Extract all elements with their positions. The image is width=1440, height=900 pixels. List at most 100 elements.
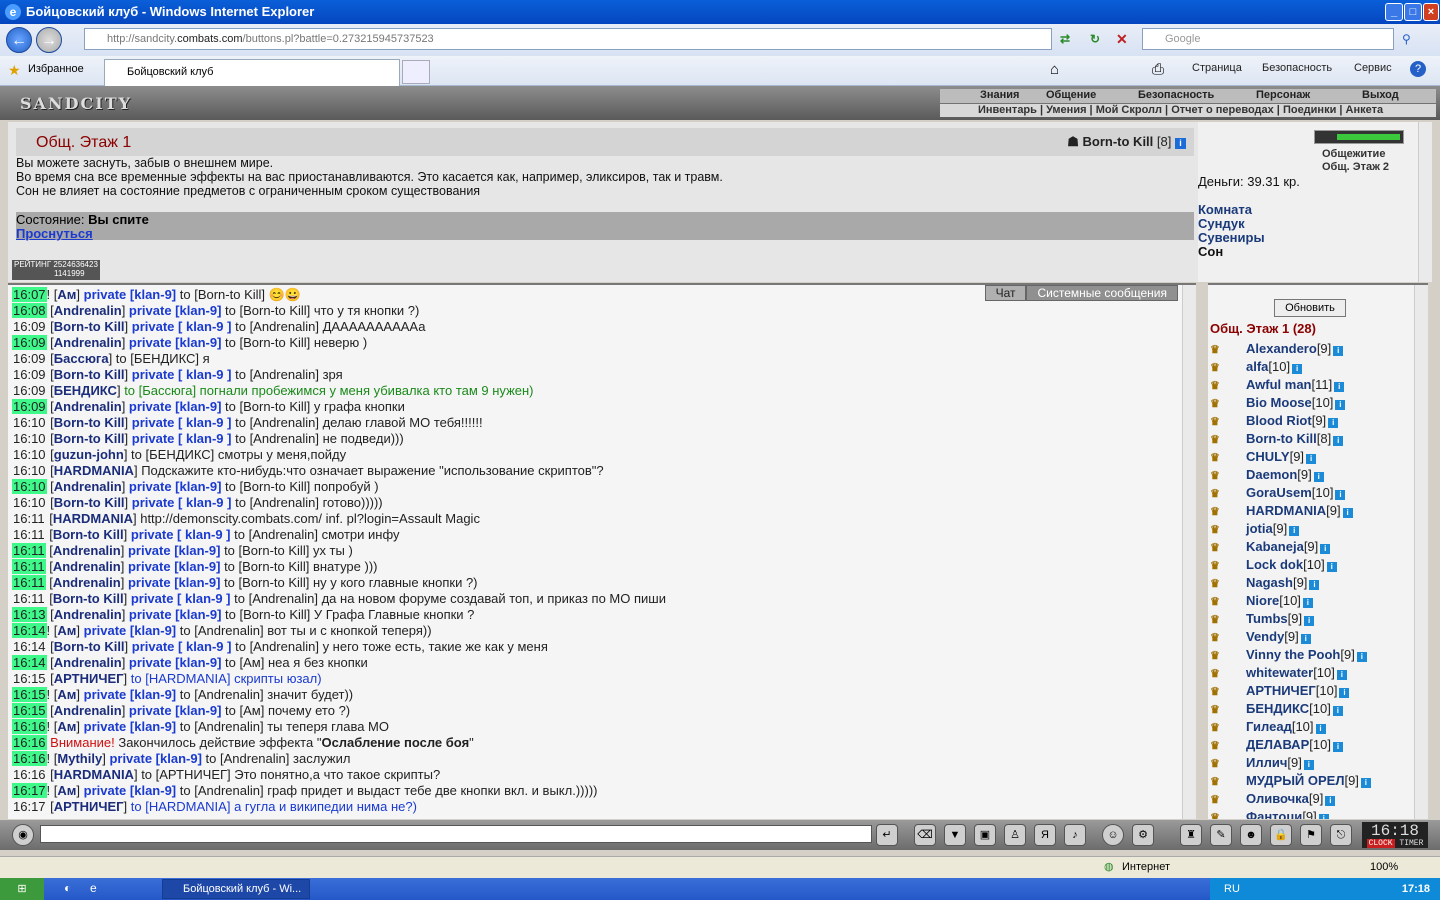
user-info-icon[interactable]: i: [1356, 652, 1367, 662]
chat-sender[interactable]: Ам: [57, 287, 76, 302]
user-info-icon[interactable]: i: [1342, 508, 1353, 518]
chat-private-label[interactable]: private [klan-9]: [84, 287, 176, 302]
user-info-icon[interactable]: i: [1336, 670, 1347, 680]
chat-sender[interactable]: Andrenalin: [54, 399, 122, 414]
address-bar[interactable]: http://sandcity.combats.com/buttons.pl?b…: [84, 28, 1052, 50]
chat-mode-icon[interactable]: ◉: [12, 824, 34, 846]
chat-private-label[interactable]: private [klan-9]: [128, 575, 220, 590]
chat-recipient[interactable]: to [Andrenalin]: [180, 719, 264, 734]
user-info-icon[interactable]: i: [1303, 760, 1314, 770]
private-msg-icon[interactable]: ♛: [1210, 451, 1228, 465]
home-icon[interactable]: ⌂: [1050, 61, 1059, 78]
chat-time[interactable]: 16:16: [12, 751, 47, 766]
private-msg-icon[interactable]: ♛: [1210, 685, 1228, 699]
user-info-icon[interactable]: i: [1318, 814, 1329, 819]
user-info-icon[interactable]: i: [1309, 580, 1320, 590]
player-name[interactable]: Born-to Kill: [1083, 134, 1154, 149]
chat-recipient[interactable]: to [Born-to Kill]: [224, 575, 309, 590]
private-msg-icon[interactable]: ♛: [1210, 649, 1228, 663]
private-msg-icon[interactable]: ♛: [1210, 379, 1228, 393]
user-name[interactable]: ДЕЛАВАР: [1246, 737, 1309, 752]
private-msg-icon[interactable]: ♛: [1210, 793, 1228, 807]
chat-time[interactable]: 16:17: [12, 783, 47, 798]
private-msg-icon[interactable]: ♛: [1210, 703, 1228, 717]
user-info-icon[interactable]: i: [1306, 454, 1317, 464]
user-name[interactable]: alfa: [1246, 359, 1268, 374]
link-chest[interactable]: Сундук: [1198, 216, 1245, 231]
chat-sender[interactable]: Born-to Kill: [54, 639, 125, 654]
menu-character[interactable]: Персонаж: [1256, 89, 1310, 101]
chat-sender[interactable]: HARDMANIA: [54, 767, 134, 782]
back-button[interactable]: ←: [6, 27, 32, 53]
private-msg-icon[interactable]: ♛: [1210, 631, 1228, 645]
private-msg-icon[interactable]: ♛: [1210, 595, 1228, 609]
lock-icon[interactable]: 🔒: [1270, 824, 1292, 846]
chat-sender[interactable]: Andrenalin: [54, 303, 122, 318]
chat-recipient[interactable]: to [HARDMANIA]: [131, 799, 231, 814]
user-name[interactable]: Фантоци: [1246, 809, 1302, 819]
chat-time[interactable]: 16:15: [12, 687, 47, 702]
chat-recipient[interactable]: to [Born-to Kill]: [224, 559, 309, 574]
private-msg-icon[interactable]: ♛: [1210, 541, 1228, 555]
chat-sender[interactable]: БЕНДИКС: [54, 383, 117, 398]
new-tab-button[interactable]: [402, 60, 430, 84]
nav-floor-2[interactable]: Общ. Этаж 2: [1322, 161, 1389, 173]
link-souvenirs[interactable]: Сувениры: [1198, 230, 1265, 245]
user-name[interactable]: Niore: [1246, 593, 1279, 608]
chat-time[interactable]: 16:07: [12, 287, 47, 302]
private-msg-icon[interactable]: ♛: [1210, 505, 1228, 519]
menu-security[interactable]: Безопасность: [1138, 89, 1214, 101]
chat-sender[interactable]: Ам: [57, 783, 76, 798]
user-info-icon[interactable]: i: [1325, 796, 1336, 806]
chat-private-label[interactable]: private [klan-9]: [128, 543, 220, 558]
chat-recipient[interactable]: to [Born-to Kill]: [224, 543, 309, 558]
chat-recipient[interactable]: to [БЕНДИКС]: [131, 447, 214, 462]
private-msg-icon[interactable]: ♛: [1210, 487, 1228, 501]
chat-private-label[interactable]: private [ klan-9 ]: [131, 591, 231, 606]
user-info-icon[interactable]: i: [1302, 598, 1313, 608]
chat-private-label[interactable]: private [klan-9]: [129, 479, 221, 494]
top-scrollbar[interactable]: [1418, 122, 1432, 282]
compat-icon[interactable]: ⇄: [1060, 32, 1070, 46]
chat-private-label[interactable]: private [klan-9]: [129, 303, 221, 318]
chat-sender[interactable]: Born-to Kill: [53, 591, 124, 606]
refresh-icon[interactable]: ↻: [1090, 32, 1100, 46]
chat-time[interactable]: 16:09: [12, 367, 47, 382]
player-info-icon[interactable]: i: [1175, 138, 1186, 149]
chat-sender[interactable]: Andrenalin: [54, 703, 122, 718]
language-indicator[interactable]: RU: [1224, 878, 1240, 900]
user-name[interactable]: jotia: [1246, 521, 1273, 536]
chat-time[interactable]: 16:11: [12, 543, 46, 558]
filter-icon[interactable]: ▼: [944, 824, 966, 846]
user-name[interactable]: Awful man: [1246, 377, 1312, 392]
chat-recipient[interactable]: to [Andrenalin]: [235, 495, 319, 510]
chat-recipient[interactable]: to [Andrenalin]: [234, 527, 318, 542]
chat-sender[interactable]: Born-to Kill: [54, 415, 125, 430]
private-msg-icon[interactable]: ♛: [1210, 757, 1228, 771]
user-name[interactable]: МУДРЫЙ ОРЕЛ: [1246, 773, 1344, 788]
bag-icon[interactable]: ♜: [1180, 824, 1202, 846]
refresh-button[interactable]: Обновить: [1274, 299, 1346, 317]
private-msg-icon[interactable]: ♛: [1210, 721, 1228, 735]
user-info-icon[interactable]: i: [1320, 544, 1331, 554]
chat-sender[interactable]: Andrenalin: [53, 543, 121, 558]
chat-sender[interactable]: Ам: [57, 719, 76, 734]
search-icon[interactable]: ⚲: [1402, 32, 1411, 46]
chat-recipient[interactable]: to [Born-to Kill]: [225, 399, 310, 414]
submenu-skills[interactable]: Умения: [1046, 104, 1086, 116]
chat-sender[interactable]: Born-to Kill: [54, 495, 125, 510]
chat-time[interactable]: 16:16: [12, 719, 47, 734]
chat-sender[interactable]: HARDMANIA: [53, 511, 133, 526]
chat-private-label[interactable]: private [ klan-9 ]: [132, 319, 232, 334]
chat-sender[interactable]: Born-to Kill: [54, 367, 125, 382]
tab-system-messages[interactable]: Системные сообщения: [1026, 285, 1178, 301]
user-name[interactable]: Vendy: [1246, 629, 1284, 644]
chat-private-label[interactable]: private [klan-9]: [129, 399, 221, 414]
chat-time[interactable]: 16:15: [12, 671, 47, 686]
chat-recipient[interactable]: to [Andrenalin]: [235, 639, 319, 654]
menu-communication[interactable]: Общение: [1046, 89, 1096, 101]
chat-sender[interactable]: Born-to Kill: [54, 319, 125, 334]
chat-recipient[interactable]: to [Born-to Kill]: [225, 607, 310, 622]
forward-button[interactable]: →: [36, 27, 62, 53]
chat-time[interactable]: 16:11: [12, 511, 46, 526]
